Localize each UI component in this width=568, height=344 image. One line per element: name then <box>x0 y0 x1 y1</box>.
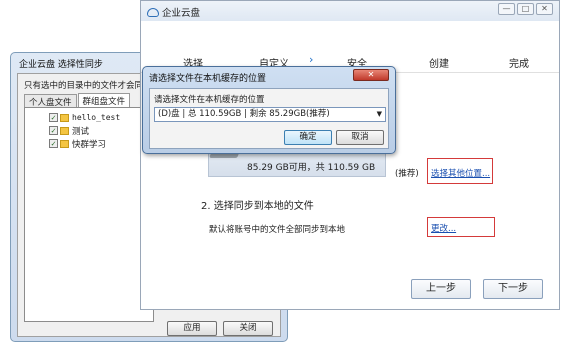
app-title: 企业云盘 <box>162 8 201 19</box>
dialog-body: 请选择文件在本机缓存的位置 (D)盘 | 总 110.59GB | 剩余 85.… <box>149 88 389 149</box>
close-button[interactable]: 关闭 <box>223 321 273 336</box>
selective-sync-title: 企业云盘 选择性同步 <box>19 60 103 70</box>
minimize-button[interactable]: — <box>498 3 515 15</box>
drive-select-value: (D)盘 | 总 110.59GB | 剩余 85.29GB(推荐) <box>158 109 330 119</box>
tree-item[interactable]: ✓ 快群学习 <box>49 137 153 150</box>
tree-item[interactable]: ✓ 测试 <box>49 124 153 137</box>
close-icon[interactable]: ✕ <box>353 69 389 81</box>
cache-location-dialog: 请选择文件在本机缓存的位置 ✕ 请选择文件在本机缓存的位置 (D)盘 | 总 1… <box>142 66 396 154</box>
selective-sync-buttons: 应用 关闭 <box>167 321 273 336</box>
cloud-drive-window: 企业云盘 — □ ✕ 选择 自定义 › 安全 创建 完成 85.29 GB可用，… <box>140 0 560 310</box>
next-button[interactable]: 下一步 <box>483 279 543 299</box>
folder-icon <box>60 113 69 122</box>
cloud-icon <box>147 7 159 17</box>
drive-select[interactable]: (D)盘 | 总 110.59GB | 剩余 85.29GB(推荐) ▼ <box>154 107 386 122</box>
cancel-button[interactable]: 取消 <box>336 130 384 145</box>
close-window-button[interactable]: ✕ <box>536 3 553 15</box>
title-bar: 企业云盘 — □ ✕ <box>141 1 559 21</box>
recommended-label: (推荐) <box>395 169 419 179</box>
folder-tree: ✓ hello_test ✓ 测试 ✓ 快群学习 <box>24 107 154 322</box>
dropdown-arrow-icon: ▼ <box>376 110 382 118</box>
ok-button[interactable]: 确定 <box>284 130 332 145</box>
choose-location-box: 选择其他位置... <box>427 158 493 184</box>
change-link[interactable]: 更改... <box>431 222 456 234</box>
tree-item-label: 快群学习 <box>72 139 107 150</box>
window-controls: — □ ✕ <box>498 3 553 15</box>
app-logo: 企业云盘 <box>147 5 200 19</box>
folder-icon <box>60 126 69 135</box>
section-2-title: 2. 选择同步到本地的文件 <box>201 201 314 212</box>
section-2-description: 默认将账号中的文件全部同步到本地 <box>209 225 346 235</box>
maximize-button[interactable]: □ <box>517 3 534 15</box>
tree-item-label: hello_test <box>72 113 121 122</box>
change-box: 更改... <box>427 217 495 237</box>
checkbox[interactable]: ✓ <box>49 139 58 148</box>
dialog-label: 请选择文件在本机缓存的位置 <box>154 95 265 105</box>
checkbox[interactable]: ✓ <box>49 126 58 135</box>
tree-item[interactable]: ✓ hello_test <box>49 111 153 124</box>
previous-button[interactable]: 上一步 <box>411 279 471 299</box>
drive-info: 85.29 GB可用，共 110.59 GB <box>247 163 376 173</box>
chevron-right-icon: › <box>309 53 314 66</box>
dialog-title: 请选择文件在本机缓存的位置 <box>149 74 267 84</box>
step-finish: 完成 <box>509 59 529 70</box>
drive-option[interactable]: 85.29 GB可用，共 110.59 GB <box>208 148 386 177</box>
folder-icon <box>60 139 69 148</box>
apply-button[interactable]: 应用 <box>167 321 217 336</box>
tree-item-label: 测试 <box>72 126 90 137</box>
choose-other-location-link[interactable]: 选择其他位置... <box>431 167 490 179</box>
selective-sync-description: 只有选中的目录中的文件才会同 <box>24 81 144 91</box>
checkbox[interactable]: ✓ <box>49 113 58 122</box>
step-create: 创建 <box>429 59 449 70</box>
